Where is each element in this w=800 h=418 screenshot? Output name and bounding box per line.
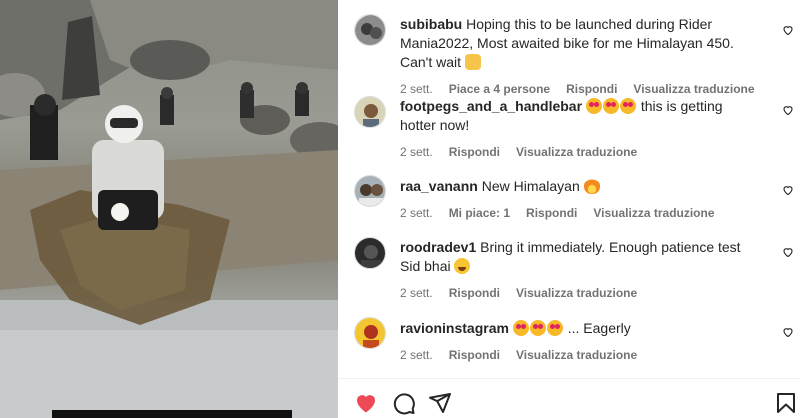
reply-button[interactable]: Rispondi bbox=[449, 286, 500, 300]
comment-username[interactable]: raa_vanann bbox=[400, 178, 478, 194]
comment-age[interactable]: 2 sett. bbox=[400, 348, 433, 362]
heart-eyes-emoji-icon bbox=[529, 320, 546, 336]
heart-eyes-emoji-icon bbox=[619, 98, 636, 114]
like-comment-heart-icon[interactable] bbox=[782, 326, 794, 338]
reply-button[interactable]: Rispondi bbox=[566, 82, 617, 96]
comment-username[interactable]: footpegs_and_a_handlebar bbox=[400, 98, 582, 114]
comment-username[interactable]: roodradev1 bbox=[400, 239, 476, 255]
comment-text: New Himalayan bbox=[481, 178, 580, 194]
comment-username[interactable]: subibabu bbox=[400, 16, 462, 32]
avatar[interactable] bbox=[354, 96, 386, 128]
comment-likes-count[interactable]: Mi piace: 1 bbox=[449, 206, 510, 220]
comment-icon[interactable] bbox=[392, 391, 416, 415]
share-icon[interactable] bbox=[428, 391, 452, 415]
heart-eyes-emoji-icon bbox=[512, 320, 529, 336]
pray-emoji-icon bbox=[464, 54, 481, 70]
post-photo bbox=[0, 0, 338, 418]
avatar[interactable] bbox=[354, 317, 386, 349]
post-action-bar bbox=[338, 378, 800, 418]
reply-button[interactable]: Rispondi bbox=[526, 206, 577, 220]
see-translation-button[interactable]: Visualizza traduzione bbox=[516, 286, 637, 300]
avatar[interactable] bbox=[354, 14, 386, 46]
reply-button[interactable]: Rispondi bbox=[449, 348, 500, 362]
comments-list[interactable]: subibabu Hoping this to be launched duri… bbox=[338, 0, 800, 378]
see-translation-button[interactable]: Visualizza traduzione bbox=[516, 348, 637, 362]
see-translation-button[interactable]: Visualizza traduzione bbox=[593, 206, 714, 220]
heart-eyes-emoji-icon bbox=[602, 98, 619, 114]
laughing-emoji-icon bbox=[454, 258, 471, 274]
comment-age[interactable]: 2 sett. bbox=[400, 206, 433, 220]
comment-username[interactable]: ravioninstagram bbox=[400, 320, 509, 336]
comment-likes-count[interactable]: Piace a 4 persone bbox=[449, 82, 550, 96]
reply-button[interactable]: Rispondi bbox=[449, 145, 500, 159]
bookmark-icon[interactable] bbox=[774, 391, 798, 415]
comment-text: ... Eagerly bbox=[567, 320, 631, 336]
heart-eyes-emoji-icon bbox=[585, 98, 602, 114]
video-progress-bar[interactable] bbox=[52, 410, 292, 418]
like-comment-heart-icon[interactable] bbox=[782, 184, 794, 196]
comment-age[interactable]: 2 sett. bbox=[400, 82, 433, 96]
like-comment-heart-icon[interactable] bbox=[782, 104, 794, 116]
like-comment-heart-icon[interactable] bbox=[782, 246, 794, 258]
see-translation-button[interactable]: Visualizza traduzione bbox=[633, 82, 754, 96]
like-comment-heart-icon[interactable] bbox=[782, 24, 794, 36]
comment-age[interactable]: 2 sett. bbox=[400, 145, 433, 159]
fire-emoji-icon bbox=[583, 178, 600, 194]
comment-age[interactable]: 2 sett. bbox=[400, 286, 433, 300]
heart-filled-icon[interactable] bbox=[354, 391, 378, 415]
avatar[interactable] bbox=[354, 175, 386, 207]
see-translation-button[interactable]: Visualizza traduzione bbox=[516, 145, 637, 159]
heart-eyes-emoji-icon bbox=[546, 320, 563, 336]
post-media[interactable] bbox=[0, 0, 338, 418]
avatar[interactable] bbox=[354, 237, 386, 269]
